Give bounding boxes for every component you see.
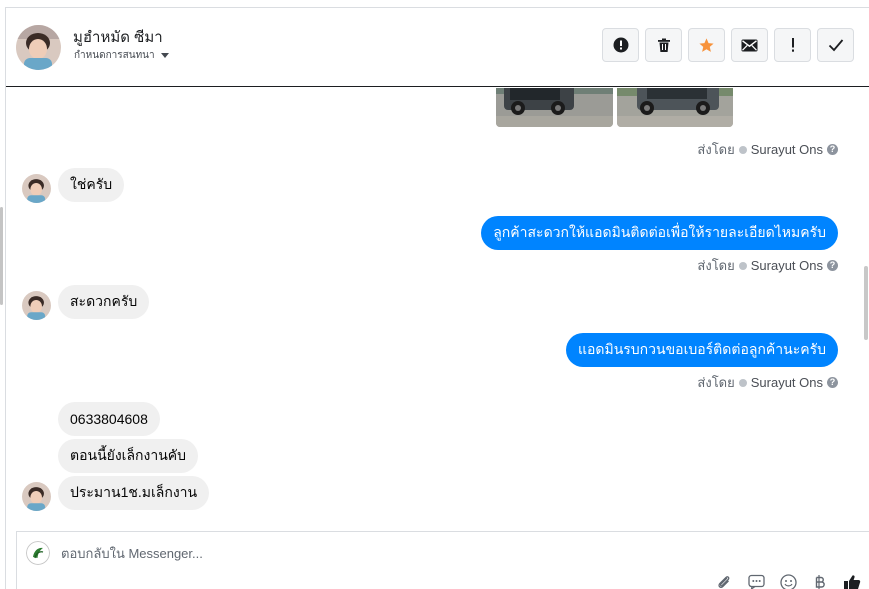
- incoming-message[interactable]: ใช่ครับ: [58, 168, 125, 202]
- sent-by-label: ส่งโดย Surayut Ons ?: [697, 139, 838, 160]
- sent-by-prefix: ส่งโดย: [697, 375, 735, 390]
- envelope-icon: [741, 39, 758, 51]
- outgoing-message[interactable]: แอดมินรบกวนขอเบอร์ติดต่อลูกค้านะครับ: [565, 333, 838, 367]
- contact-name[interactable]: มูฮำหมัด ซีมา: [73, 25, 163, 49]
- contact-avatar-small[interactable]: [22, 482, 51, 511]
- help-icon[interactable]: ?: [827, 377, 838, 388]
- delete-button[interactable]: [645, 28, 682, 62]
- incoming-message[interactable]: 0633804608: [58, 402, 160, 436]
- contact-avatar-small[interactable]: [22, 174, 51, 203]
- thumbs-up-icon[interactable]: [843, 573, 861, 589]
- assign-conversation-dropdown[interactable]: กำหนดการสนทนา: [74, 48, 169, 63]
- outgoing-message[interactable]: ลูกค้าสะดวกให้แอดมินติดต่อเพื่อให้รายละเ…: [481, 216, 838, 250]
- header-actions: [602, 28, 854, 62]
- reply-input[interactable]: [61, 542, 661, 564]
- help-icon[interactable]: ?: [827, 144, 838, 155]
- mark-unread-button[interactable]: [731, 28, 768, 62]
- attached-photo[interactable]: [617, 88, 733, 127]
- mark-spam-button[interactable]: [602, 28, 639, 62]
- seen-icon: [738, 145, 747, 154]
- reply-composer: [16, 531, 869, 589]
- emoji-icon[interactable]: [779, 573, 797, 589]
- message-thread[interactable]: ส่งโดย Surayut Ons ? ใช่ครับ ลูกค้าสะดวก…: [6, 88, 869, 520]
- exclamation-icon: [791, 38, 794, 52]
- star-button[interactable]: [688, 28, 725, 62]
- seen-icon: [738, 261, 747, 270]
- mark-done-button[interactable]: [817, 28, 854, 62]
- contact-avatar[interactable]: [16, 25, 61, 70]
- baht-icon[interactable]: [811, 573, 829, 589]
- help-icon[interactable]: ?: [827, 260, 838, 271]
- conversation-header: มูฮำหมัด ซีมา กำหนดการสนทนา: [6, 8, 869, 87]
- alert-circle-icon: [613, 37, 628, 53]
- sender-name[interactable]: Surayut Ons: [751, 142, 823, 157]
- sent-by-label: ส่งโดย Surayut Ons ?: [697, 372, 838, 393]
- caret-down-icon: [160, 53, 169, 58]
- thread-scrollbar[interactable]: [864, 266, 868, 340]
- attached-photo[interactable]: [496, 88, 613, 127]
- paperclip-icon[interactable]: [715, 573, 733, 589]
- sender-name[interactable]: Surayut Ons: [751, 375, 823, 390]
- assign-label: กำหนดการสนทนา: [74, 50, 155, 61]
- follow-up-button[interactable]: [774, 28, 811, 62]
- seen-icon: [738, 378, 747, 387]
- incoming-message[interactable]: ตอนนี้ยังเล็กงานคับ: [58, 439, 199, 473]
- incoming-message[interactable]: ประมาน1ช.มเล็กงาน: [58, 476, 210, 510]
- sender-name[interactable]: Surayut Ons: [751, 258, 823, 273]
- page-scrollbar[interactable]: [0, 207, 3, 305]
- trash-icon: [657, 38, 670, 52]
- page-avatar: [26, 541, 50, 565]
- contact-avatar-small[interactable]: [22, 291, 51, 320]
- saved-reply-icon[interactable]: [747, 573, 765, 589]
- star-icon: [699, 37, 714, 52]
- sent-by-label: ส่งโดย Surayut Ons ?: [697, 255, 838, 276]
- sent-by-prefix: ส่งโดย: [697, 142, 735, 157]
- composer-toolbar: [715, 573, 861, 589]
- checkmark-icon: [828, 39, 843, 52]
- incoming-message[interactable]: สะดวกครับ: [58, 285, 150, 319]
- sent-by-prefix: ส่งโดย: [697, 258, 735, 273]
